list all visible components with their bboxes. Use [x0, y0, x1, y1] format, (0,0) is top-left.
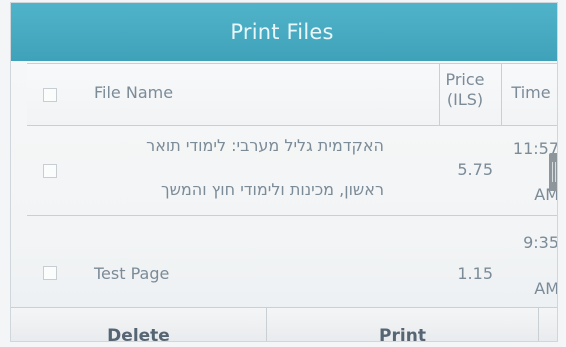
- file-price: 5.75: [457, 160, 493, 179]
- row-checkbox[interactable]: [43, 266, 57, 280]
- print-files-screen: Print Files File Name Price (ILS) Time ה…: [10, 2, 558, 342]
- column-header-file-name[interactable]: File Name: [94, 83, 173, 102]
- page-title: Print Files: [230, 20, 334, 44]
- action-bar-spacer: [539, 308, 557, 341]
- file-time: 9:35 AM: [507, 220, 558, 312]
- scroll-grip-icon: [552, 162, 556, 182]
- print-button[interactable]: Print: [267, 308, 539, 342]
- price-header-line-2: (ILS): [446, 90, 484, 109]
- select-all-checkbox[interactable]: [43, 88, 57, 102]
- row-checkbox[interactable]: [43, 164, 57, 178]
- column-header-time[interactable]: Time: [503, 83, 557, 102]
- file-time-line-1: 9:35: [523, 233, 558, 252]
- file-name-line-1: האקדמית גליל מערבי: לימודי תואר: [146, 136, 384, 155]
- table-row[interactable]: Test Page 1.15 9:35 AM: [27, 216, 557, 308]
- price-header-line-1: Price: [445, 70, 485, 89]
- files-table: File Name Price (ILS) Time האקדמית גליל …: [27, 63, 557, 308]
- file-name: Test Page: [94, 264, 170, 283]
- file-time-line-2: AM: [534, 279, 558, 298]
- column-header-price[interactable]: Price (ILS): [439, 70, 491, 110]
- table-row[interactable]: האקדמית גליל מערבי: לימודי תואר ראשון, מ…: [27, 126, 557, 216]
- delete-button[interactable]: Delete: [11, 308, 267, 342]
- device-frame: Print Files File Name Price (ILS) Time ה…: [0, 0, 566, 347]
- file-name-line-2: ראשון, מכינות ולימודי חוץ והמשך: [160, 180, 384, 199]
- delete-button-label: Delete: [107, 326, 170, 342]
- header-divider-2: [501, 64, 502, 126]
- file-price: 1.15: [457, 264, 493, 283]
- title-bar: Print Files: [11, 3, 557, 61]
- action-bar: Delete Print: [11, 307, 557, 342]
- scroll-handle-icon[interactable]: [549, 153, 557, 191]
- table-header: File Name Price (ILS) Time: [27, 64, 557, 126]
- print-button-label: Print: [379, 326, 426, 342]
